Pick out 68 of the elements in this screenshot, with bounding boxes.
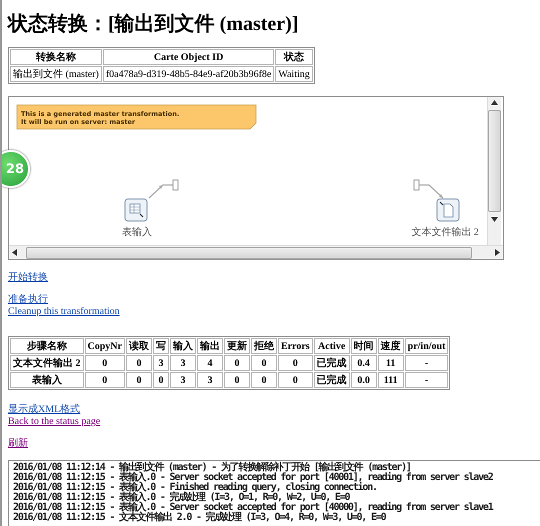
table-cell: 111 — [378, 372, 404, 388]
column-header: 转换名称 — [10, 49, 102, 65]
table-cell: 0.0 — [350, 372, 377, 388]
table-cell: 0 — [126, 372, 152, 388]
right-arrow-icon[interactable] — [495, 249, 500, 256]
column-header: 拒绝 — [250, 338, 277, 354]
table-cell: 文本文件输出 2 — [10, 355, 84, 371]
step-label: 文本文件输出 2 — [411, 227, 479, 238]
column-header: 输入 — [170, 338, 196, 354]
table-cell: 0 — [126, 355, 152, 371]
log-line: 2016/01/08 11:12:14 - 输出到文件 (master) - 为了转换解除补丁开始 [输出到文件 (master)] — [13, 463, 411, 473]
column-header: 状态 — [275, 49, 313, 65]
file-icon[interactable] — [436, 198, 460, 222]
table-cell: 3 — [152, 355, 169, 371]
table-icon[interactable] — [124, 198, 148, 222]
table-cell: 0 — [84, 355, 125, 371]
column-header: pr/in/out — [404, 338, 448, 354]
column-header: 时间 — [350, 338, 377, 354]
action-link[interactable]: Back to the status page — [8, 416, 100, 428]
action-link[interactable]: 开始转换 — [8, 272, 48, 284]
table-cell: 已完成 — [314, 372, 350, 388]
table-cell: 0 — [250, 355, 277, 371]
table-cell: 3 — [170, 355, 196, 371]
table-cell: 表输入 — [10, 372, 84, 388]
table-cell: 3 — [196, 372, 223, 388]
table-cell: 0 — [278, 355, 313, 371]
table-cell: 已完成 — [314, 355, 350, 371]
table-cell: - — [404, 355, 448, 371]
column-header: Active — [314, 338, 350, 354]
log-line: 2016/01/08 11:12:15 - 表输入.0 - Server socket accepted for port [40001], reading from server slave2 — [13, 473, 494, 483]
table-cell: 输出到文件 (master) — [10, 66, 102, 82]
column-header: 速度 — [378, 338, 404, 354]
action-link[interactable]: Cleanup this transformation — [8, 306, 120, 318]
table-cell: 0 — [84, 372, 125, 388]
table-cell: 4 — [196, 355, 223, 371]
table-cell: 0 — [224, 355, 250, 371]
column-header: 读取 — [126, 338, 152, 354]
column-header: 输出 — [196, 338, 223, 354]
column-header: 更新 — [224, 338, 250, 354]
action-link[interactable]: 显示成XML格式 — [8, 404, 80, 416]
vertical-scrollbar[interactable] — [487, 97, 501, 245]
column-header: Carte Object ID — [102, 49, 274, 65]
step-label: 表输入 — [122, 227, 152, 238]
table-cell: Waiting — [275, 66, 313, 82]
table-cell: 0 — [250, 372, 277, 388]
horizontal-scrollbar[interactable] — [9, 245, 503, 259]
table-cell: f0a478a9-d319-48b5-84e9-af20b3b96f8e — [102, 66, 274, 82]
column-header: Errors — [278, 338, 313, 354]
column-header: 步骤名称 — [10, 338, 84, 354]
left-arrow-icon[interactable] — [12, 249, 17, 256]
table-cell: 0 — [152, 372, 169, 388]
column-header: CopyNr — [84, 338, 125, 354]
page-title: 状态转换：[输出到文件 (master)] — [8, 12, 300, 37]
hop-arrow — [148, 180, 178, 198]
log-line: 2016/01/08 11:12:15 - 文本文件输出 2.0 - 完成处理 (I=3, O=4, R=0, W=3, U=0, E=0 — [13, 513, 386, 523]
table-cell: 0 — [278, 372, 313, 388]
refresh-link[interactable]: 刷新 — [8, 438, 28, 450]
log-line: 2016/01/08 11:12:15 - 表输入.0 - 完成处理 (I=3, O=1, R=0, W=2, U=0, E=0 — [13, 493, 350, 503]
table-cell: 0 — [224, 372, 250, 388]
hop-arrow — [414, 180, 444, 198]
table-cell: 0.4 — [350, 355, 377, 371]
table-cell: 11 — [378, 355, 404, 371]
column-header: 写 — [152, 338, 169, 354]
down-arrow-icon[interactable] — [491, 217, 498, 222]
table-cell: 3 — [170, 372, 196, 388]
up-arrow-icon[interactable] — [491, 100, 498, 105]
table-cell: - — [404, 372, 448, 388]
action-link[interactable]: 准备执行 — [8, 294, 48, 306]
